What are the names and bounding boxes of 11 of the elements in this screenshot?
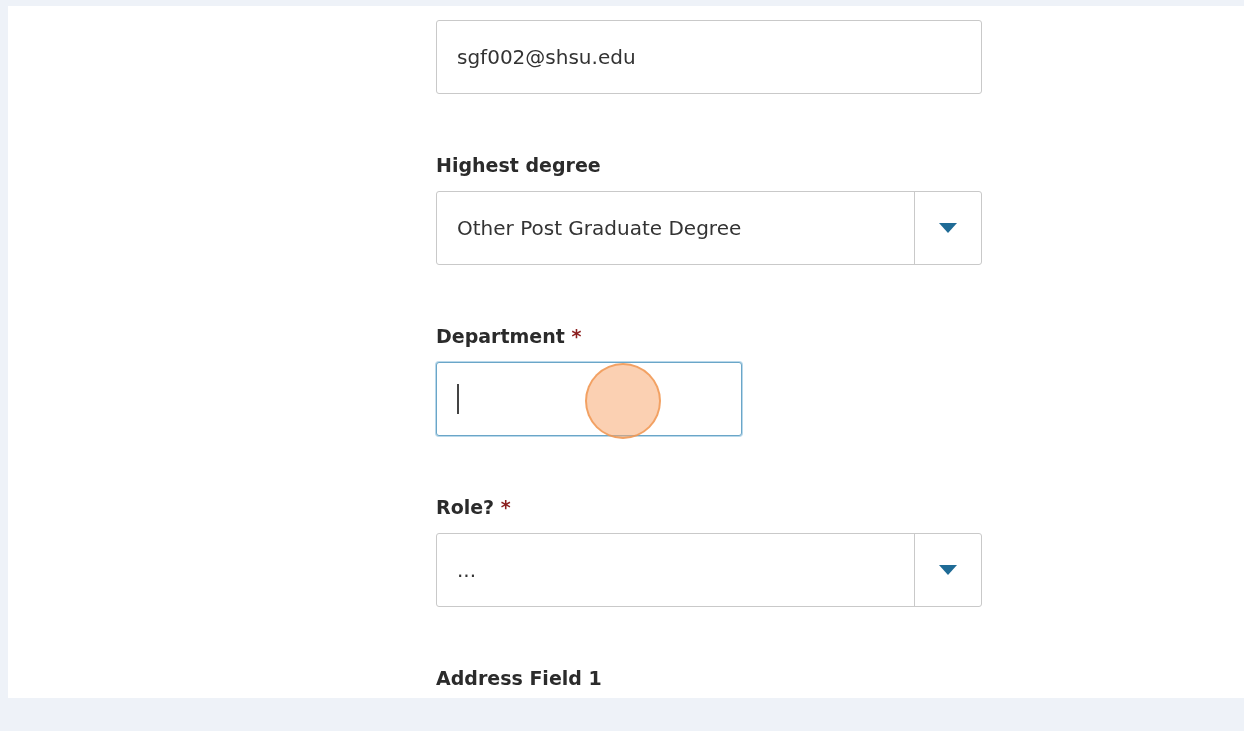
text-input[interactable]: sgf002@shsu.edu [436,20,982,94]
dropdown-caret-icon [939,223,957,233]
field-label: Role? * [436,495,511,520]
dropdown-caret-icon [939,565,957,575]
dropdown-select[interactable]: ... [436,533,982,607]
field-label: Highest degree [436,153,601,178]
field-label: Address Field 1 [436,666,602,691]
dropdown-select[interactable]: Other Post Graduate Degree [436,191,982,265]
text-input[interactable] [436,362,742,436]
field-label: Department * [436,324,582,349]
text-cursor [457,384,459,414]
